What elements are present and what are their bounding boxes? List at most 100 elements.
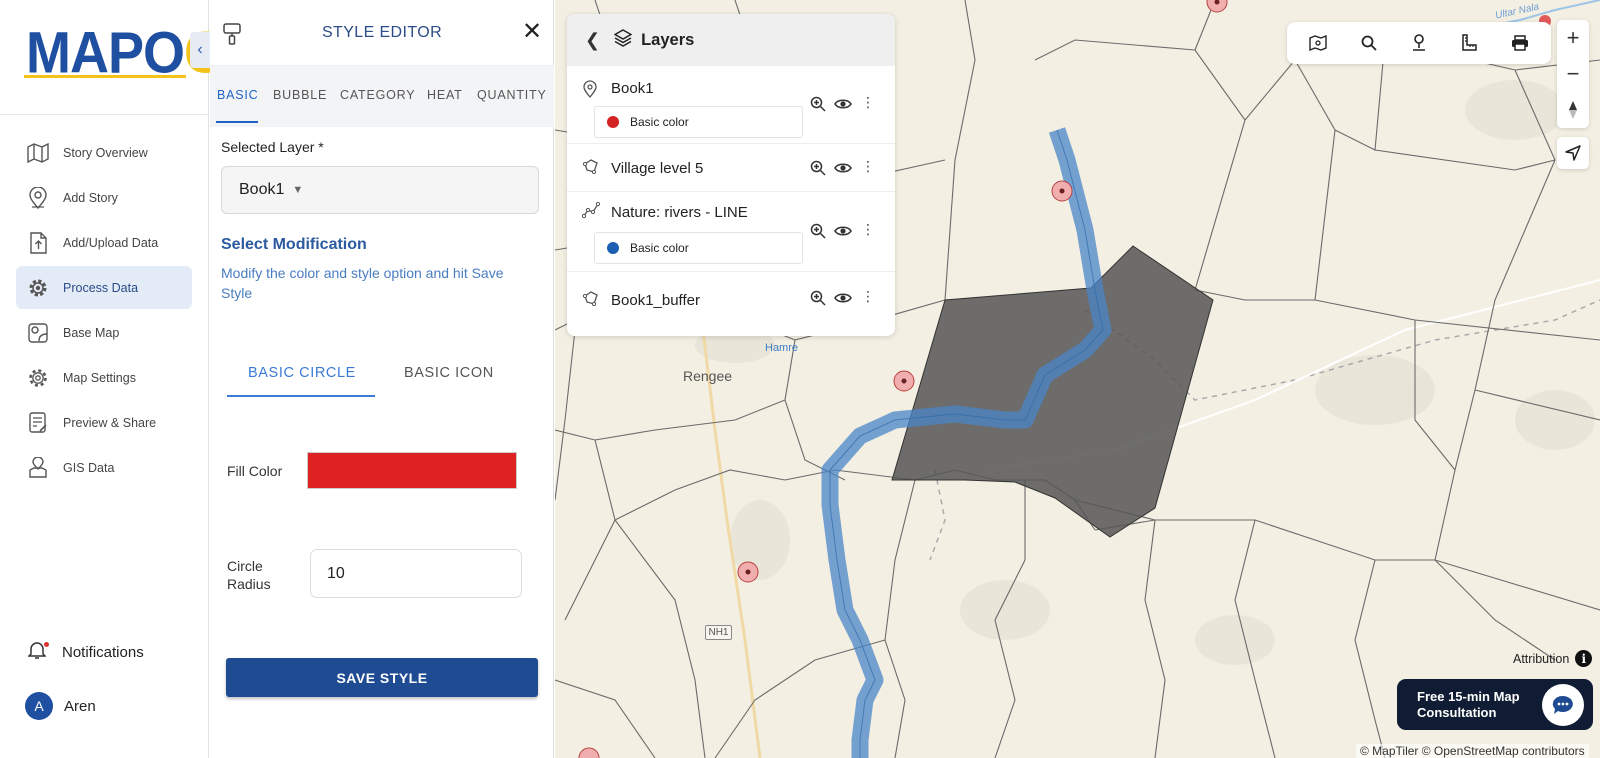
more-options-icon[interactable]: ⋮ [861,221,875,238]
zoom-controls: + − [1557,20,1589,128]
select-modification-description: Modify the color and style option and hi… [221,265,504,301]
attribution-toggle[interactable]: Attribution i [1513,650,1593,667]
sidebar-item-label: Story Overview [63,145,148,160]
save-style-button[interactable]: SAVE STYLE [226,658,538,697]
layer-legend: Basic color [594,106,803,138]
notifications-button[interactable]: Notifications [27,640,144,665]
gear-icon [26,276,50,300]
consultation-text: Free 15-min Map Consultation [1417,688,1520,720]
zoom-to-layer-icon[interactable] [810,223,826,244]
user-name: Aren [64,697,96,715]
select-modification-title: Select Modification [221,236,367,253]
search-icon[interactable] [1354,28,1384,58]
map-label-rengee: Rengee [683,368,733,384]
active-tab-indicator [216,121,258,123]
upload-file-icon [26,231,50,255]
visibility-eye-icon[interactable] [834,224,852,243]
legend-color-dot [607,116,619,128]
sidebar-item-map-settings[interactable]: Map Settings [16,356,192,399]
subtab-basic-icon[interactable]: BASIC ICON [404,365,494,381]
app-window: MAPOG ‹ Story Overview Add Story Add/Upl… [0,0,1600,758]
avatar: A [25,692,53,720]
tab-heat[interactable]: HEAT [427,88,463,102]
layer-row-nature-rivers[interactable]: Nature: rivers - LINE ⋮ Basic color [567,192,895,272]
point-layer-icon [582,80,598,103]
sidebar-item-label: Process Data [63,280,139,295]
logo-text-map: MAP [26,20,144,86]
layers-stack-icon [613,28,633,52]
sidebar-item-process-data[interactable]: Process Data [16,266,192,309]
selected-layer-dropdown[interactable]: Book1 ▼ [221,166,539,214]
sidebar-item-add-upload-data[interactable]: Add/Upload Data [16,221,192,264]
sidebar-divider [0,114,208,115]
consultation-button[interactable]: Free 15-min Map Consultation [1397,679,1593,730]
sidebar-item-label: GIS Data [63,460,115,475]
zoom-to-layer-icon[interactable] [810,96,826,117]
more-options-icon[interactable]: ⋮ [861,158,875,175]
navigate-arrow-icon[interactable] [1557,137,1589,169]
left-sidebar: MAPOG ‹ Story Overview Add Story Add/Upl… [0,0,226,758]
sidebar-item-preview-share[interactable]: Preview & Share [16,401,192,444]
layer-row-book1[interactable]: Book1 ⋮ Basic color [567,66,895,144]
attribution-label: Attribution [1513,651,1570,666]
tab-category[interactable]: CATEGORY [340,88,415,102]
chevron-left-icon[interactable]: ❮ [585,30,600,51]
layers-panel: ❮ Layers Book1 ⋮ Basic color Village lev… [567,14,895,336]
print-icon[interactable] [1505,28,1535,58]
chevron-left-icon: ‹ [197,41,203,58]
compass-north-icon[interactable] [1557,92,1589,128]
line-layer-icon [581,201,601,223]
sidebar-item-label: Add Story [63,190,118,205]
info-icon: i [1575,650,1593,667]
chat-bubble-icon [1542,684,1584,726]
visibility-eye-icon[interactable] [834,97,852,116]
user-profile[interactable]: A Aren [25,692,96,720]
layer-name: Nature: rivers - LINE [611,204,748,221]
close-icon[interactable]: ✕ [522,20,542,44]
fill-color-swatch[interactable] [307,452,517,489]
sidebar-item-story-overview[interactable]: Story Overview [16,131,192,174]
sidebar-item-add-story[interactable]: Add Story [16,176,192,219]
more-options-icon[interactable]: ⋮ [861,288,875,305]
map-label-hamre: Hamre [765,342,799,354]
layer-name: Village level 5 [611,160,704,177]
sidebar-item-label: Add/Upload Data [63,235,159,250]
style-editor-title: STYLE EDITOR [321,24,443,41]
circle-radius-input[interactable] [310,549,522,598]
layers-title: Layers [641,30,695,49]
map-icon [26,141,50,165]
preview-share-icon [26,411,50,435]
layer-row-book1-buffer[interactable]: Book1_buffer ⋮ [567,272,895,324]
logo-underline [24,75,186,78]
tab-quantity[interactable]: QUANTITY [477,88,547,102]
zoom-to-layer-icon[interactable] [810,290,826,311]
style-editor-panel: STYLE EDITOR ✕ BASIC BUBBLE CATEGORY HEA… [210,0,554,758]
sidebar-item-gis-data[interactable]: GIS Data [16,446,192,489]
visibility-eye-icon[interactable] [834,291,852,310]
tab-basic[interactable]: BASIC [217,88,259,102]
location-pin-icon [26,186,50,210]
tab-bubble[interactable]: BUBBLE [273,88,327,102]
map-copyright: © MapTiler © OpenStreetMap contributors [1356,744,1589,758]
collapse-sidebar-button[interactable]: ‹ [190,32,210,68]
legend-color-dot [607,242,619,254]
zoom-to-layer-icon[interactable] [810,160,826,181]
legend-label: Basic color [630,115,689,129]
more-options-icon[interactable]: ⋮ [861,94,875,111]
subtab-basic-circle[interactable]: BASIC CIRCLE [248,365,356,381]
layers-header: ❮ Layers [567,14,895,66]
base-map-icon [26,321,50,345]
selected-layer-value: Book1 [239,181,285,198]
sidebar-item-base-map[interactable]: Base Map [16,311,192,354]
layer-row-village-level-5[interactable]: Village level 5 ⋮ [567,144,895,192]
zoom-out-button[interactable]: − [1557,56,1589,92]
map-view-tool[interactable] [1303,28,1333,58]
sidebar-item-label: Map Settings [63,370,136,385]
measure-tool-icon[interactable] [1454,28,1484,58]
location-marker-icon[interactable] [1404,28,1434,58]
visibility-eye-icon[interactable] [834,161,852,180]
legend-label: Basic color [630,241,689,255]
zoom-in-button[interactable]: + [1557,20,1589,56]
polygon-layer-icon [582,158,600,179]
circle-radius-label: Circle Radius [227,558,271,592]
